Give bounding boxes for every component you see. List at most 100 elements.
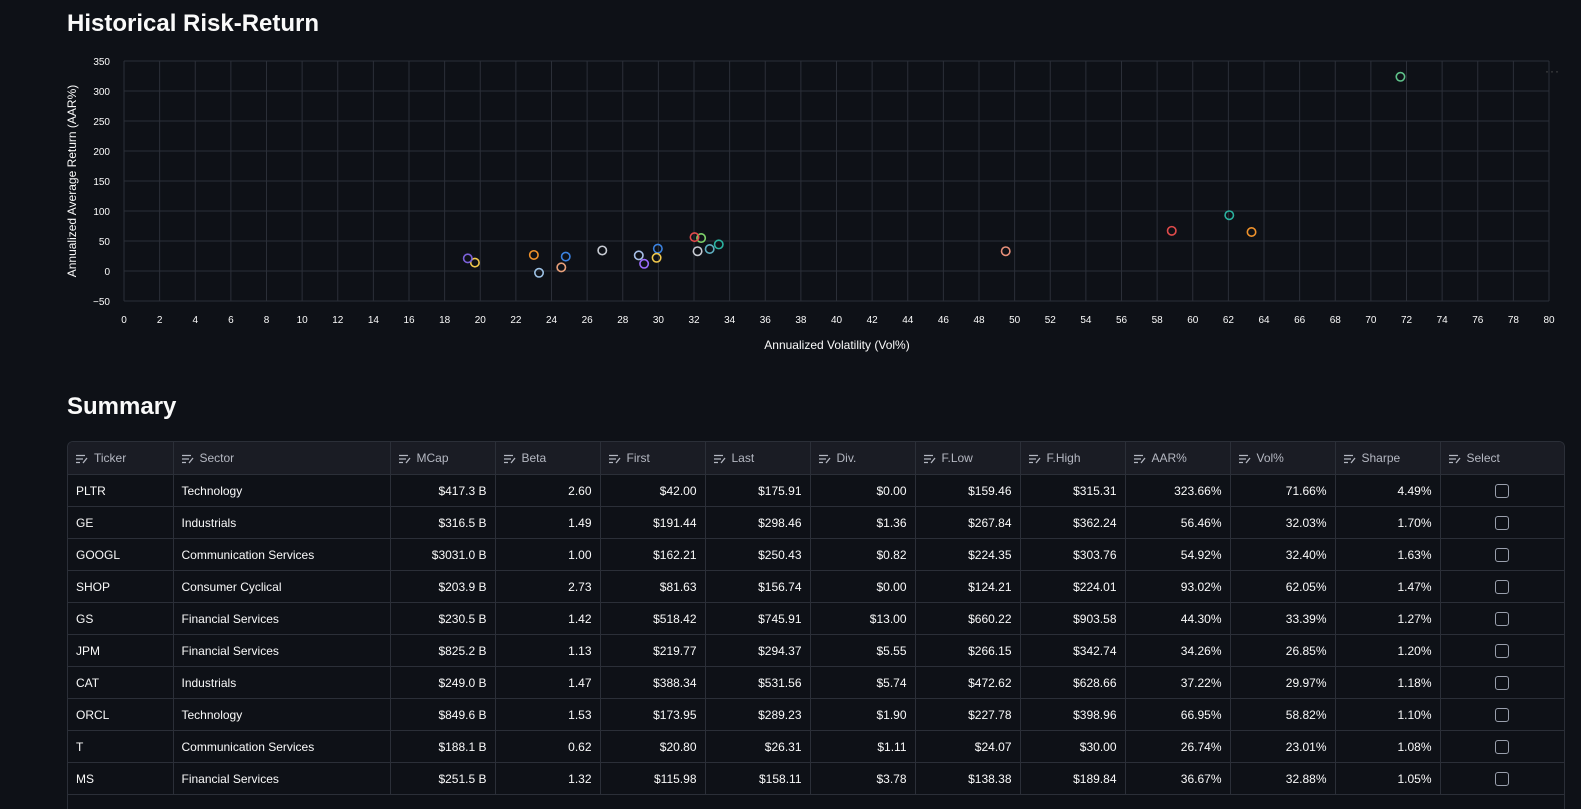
cell-last: $156.74 bbox=[705, 570, 811, 603]
scatter-point[interactable] bbox=[597, 245, 608, 256]
scatter-point[interactable] bbox=[633, 250, 644, 261]
cell-select[interactable] bbox=[1440, 570, 1564, 603]
x-tick-label: 24 bbox=[546, 315, 558, 326]
cell-select[interactable] bbox=[1440, 538, 1564, 571]
scatter-point[interactable] bbox=[1395, 71, 1406, 82]
y-tick-label: 300 bbox=[93, 87, 110, 98]
x-tick-label: 54 bbox=[1080, 315, 1092, 326]
column-header-f-low[interactable]: F.Low bbox=[915, 442, 1021, 475]
table-row[interactable]: GE Industrials $316.5 B 1.49 $191.44 $298.46 $… bbox=[68, 506, 1564, 539]
scatter-point[interactable] bbox=[1246, 227, 1257, 238]
scatter-point[interactable] bbox=[639, 258, 650, 269]
summary-table[interactable]: Ticker Sector MCap Beta First Last Div. F.Low F.… bbox=[67, 441, 1565, 809]
cell-div-: $1.90 bbox=[810, 698, 916, 731]
column-header-label: Div. bbox=[836, 451, 857, 465]
x-tick-label: 6 bbox=[228, 315, 234, 326]
select-checkbox[interactable] bbox=[1495, 611, 1510, 626]
cell-vol-: 23.01% bbox=[1230, 730, 1336, 763]
x-tick-label: 72 bbox=[1401, 315, 1413, 326]
column-header-last[interactable]: Last bbox=[705, 442, 811, 475]
risk-return-scatter-chart[interactable]: 0 2 4 6 8 10 12 14 16 18 20 22 24 26 28 30 32 34 36 38 40 42 4… bbox=[0, 50, 1581, 360]
column-header-ticker[interactable]: Ticker bbox=[68, 442, 174, 475]
scatter-point[interactable] bbox=[560, 251, 571, 262]
y-tick-label: 350 bbox=[93, 57, 110, 68]
select-checkbox[interactable] bbox=[1495, 707, 1510, 722]
select-checkbox[interactable] bbox=[1495, 771, 1510, 786]
column-sort-icon bbox=[713, 454, 726, 464]
cell-sharpe: 1.08% bbox=[1335, 730, 1441, 763]
x-tick-label: 60 bbox=[1187, 315, 1199, 326]
scatter-point[interactable] bbox=[652, 243, 663, 254]
chart-menu-icon[interactable]: ··· bbox=[1545, 64, 1560, 78]
cell-select[interactable] bbox=[1440, 762, 1564, 795]
scatter-point[interactable] bbox=[692, 246, 703, 257]
table-row[interactable]: SHOP Consumer Cyclical $203.9 B 2.73 $81.63 $… bbox=[68, 570, 1564, 603]
column-header-sharpe[interactable]: Sharpe bbox=[1335, 442, 1441, 475]
table-row[interactable]: T Communication Services $188.1 B 0.62 $20.8… bbox=[68, 730, 1564, 763]
cell-beta: 1.53 bbox=[495, 698, 601, 731]
select-checkbox[interactable] bbox=[1495, 483, 1510, 498]
cell-f-high: $30.00 bbox=[1020, 730, 1126, 763]
column-sort-icon bbox=[1133, 454, 1146, 464]
column-header-div-[interactable]: Div. bbox=[810, 442, 916, 475]
cell-f-high: $224.01 bbox=[1020, 570, 1126, 603]
cell-select[interactable] bbox=[1440, 474, 1564, 507]
table-row[interactable]: GOOGL Communication Services $3031.0 B 1.00… bbox=[68, 538, 1564, 571]
column-sort-icon bbox=[398, 454, 411, 464]
cell-f-low: $159.46 bbox=[915, 474, 1021, 507]
cell-last: $175.91 bbox=[705, 474, 811, 507]
column-header-label: F.High bbox=[1046, 451, 1081, 465]
column-header-select[interactable]: Select bbox=[1440, 442, 1564, 475]
column-header-first[interactable]: First bbox=[600, 442, 706, 475]
cell-ticker: CAT bbox=[68, 666, 174, 699]
cell-select[interactable] bbox=[1440, 602, 1564, 635]
chart-grid bbox=[123, 60, 1550, 302]
table-row[interactable]: MS Financial Services $251.5 B 1.32 $115.98 $… bbox=[68, 762, 1564, 795]
scatter-point[interactable] bbox=[1224, 210, 1235, 221]
cell-f-high: $628.66 bbox=[1020, 666, 1126, 699]
column-header-label: AAR% bbox=[1151, 451, 1187, 465]
x-tick-label: 2 bbox=[157, 315, 163, 326]
cell-select[interactable] bbox=[1440, 634, 1564, 667]
scatter-point[interactable] bbox=[528, 249, 539, 260]
cell-last: $531.56 bbox=[705, 666, 811, 699]
x-tick-label: 36 bbox=[760, 315, 772, 326]
cell-select[interactable] bbox=[1440, 698, 1564, 731]
select-checkbox[interactable] bbox=[1495, 643, 1510, 658]
cell-select[interactable] bbox=[1440, 666, 1564, 699]
scatter-point[interactable] bbox=[534, 267, 545, 278]
table-row[interactable]: GS Financial Services $230.5 B 1.42 $518.42 $… bbox=[68, 602, 1564, 635]
column-header-vol-[interactable]: Vol% bbox=[1230, 442, 1336, 475]
select-checkbox[interactable] bbox=[1495, 739, 1510, 754]
x-tick-label: 22 bbox=[510, 315, 522, 326]
scatter-point[interactable] bbox=[556, 262, 567, 273]
cell-aar-: 37.22% bbox=[1125, 666, 1231, 699]
column-header-sector[interactable]: Sector bbox=[173, 442, 391, 475]
scatter-point[interactable] bbox=[462, 253, 473, 264]
table-row[interactable]: CAT Industrials $249.0 B 1.47 $388.34 $531.56… bbox=[68, 666, 1564, 699]
column-header-aar-[interactable]: AAR% bbox=[1125, 442, 1231, 475]
cell-ticker: SHOP bbox=[68, 570, 174, 603]
select-checkbox[interactable] bbox=[1495, 579, 1510, 594]
scatter-point[interactable] bbox=[1166, 225, 1177, 236]
select-checkbox[interactable] bbox=[1495, 675, 1510, 690]
scatter-point[interactable] bbox=[651, 252, 662, 263]
cell-beta: 1.49 bbox=[495, 506, 601, 539]
scatter-point[interactable] bbox=[1000, 246, 1011, 257]
column-header-beta[interactable]: Beta bbox=[495, 442, 601, 475]
cell-ticker: PLTR bbox=[68, 474, 174, 507]
table-row[interactable]: ORCL Technology $849.6 B 1.53 $173.95 $289.23… bbox=[68, 698, 1564, 731]
cell-f-low: $224.35 bbox=[915, 538, 1021, 571]
select-checkbox[interactable] bbox=[1495, 547, 1510, 562]
table-row[interactable]: PLTR Technology $417.3 B 2.60 $42.00 $175.91 $… bbox=[68, 474, 1564, 507]
cell-select[interactable] bbox=[1440, 730, 1564, 763]
scatter-point[interactable] bbox=[704, 243, 715, 254]
cell-vol-: 26.85% bbox=[1230, 634, 1336, 667]
table-row[interactable]: JPM Financial Services $825.2 B 1.13 $219.77… bbox=[68, 634, 1564, 667]
cell-select[interactable] bbox=[1440, 506, 1564, 539]
cell-f-low: $267.84 bbox=[915, 506, 1021, 539]
select-checkbox[interactable] bbox=[1495, 515, 1510, 530]
column-header-f-high[interactable]: F.High bbox=[1020, 442, 1126, 475]
cell-mcap: $825.2 B bbox=[390, 634, 496, 667]
column-header-mcap[interactable]: MCap bbox=[390, 442, 496, 475]
